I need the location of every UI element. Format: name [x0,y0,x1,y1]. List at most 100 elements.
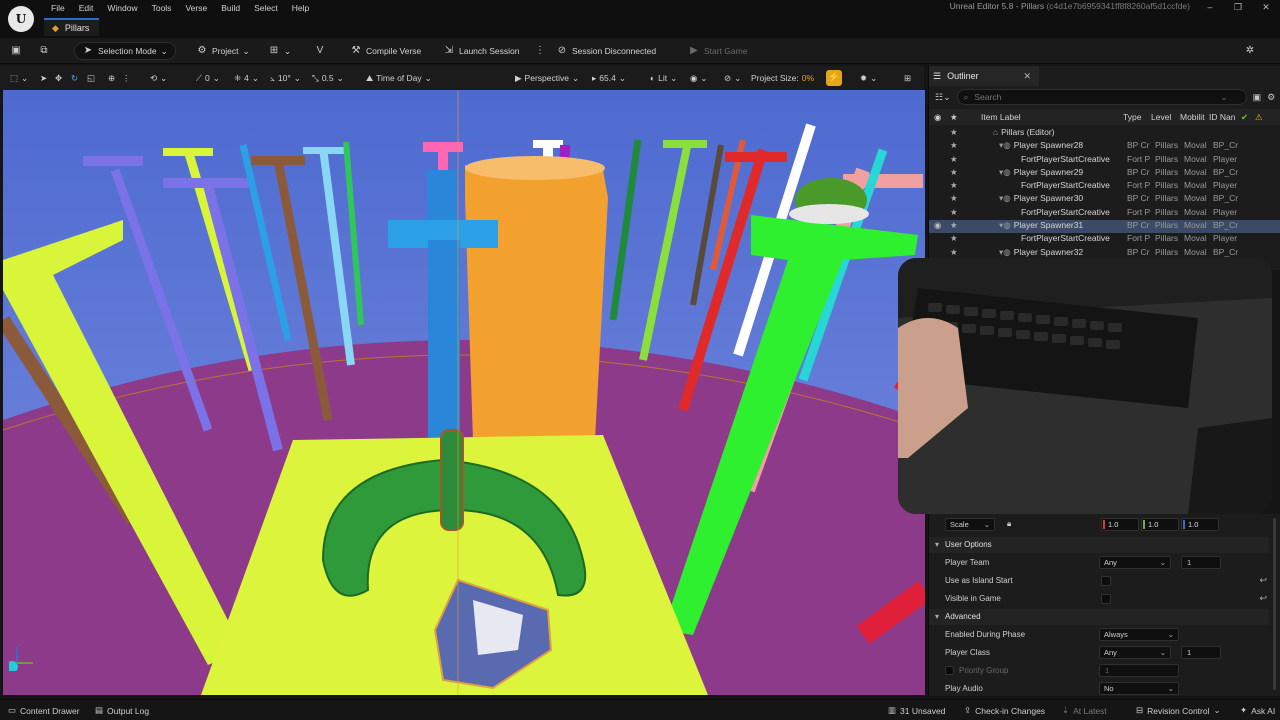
id-name-header[interactable]: ID Nan [1209,112,1235,122]
pin-star-icon[interactable]: ★ [950,193,958,204]
viewport-settings-dropdown[interactable]: ✹ ⌄ [860,70,877,86]
output-log-button[interactable]: ▤ Output Log [95,704,149,717]
compile-verse-button[interactable]: ⚒ Compile Verse [350,42,422,60]
play-audio-dropdown[interactable]: No ⌄ [1099,682,1179,695]
search-input[interactable] [974,92,1215,102]
settings-cluster-button[interactable]: ✲ [1244,42,1256,60]
verse-button[interactable]: V [314,42,326,60]
realtime-toggle[interactable]: ⚡ [826,70,842,86]
outliner-search[interactable]: ⌕ ⌄ [956,89,1247,105]
scale-x-field[interactable]: 1.0 [1101,518,1139,531]
check-in-button[interactable]: ⇪ Check-in Changes [964,704,1045,717]
visibility-column-icon[interactable]: ◉ [934,112,941,123]
close-icon[interactable]: ✕ [1023,71,1031,82]
session-options-button[interactable]: ⋮ [534,42,546,60]
outliner-row[interactable]: ★ ▾◍ Player Spawner28 BP Cr Pillars Moval BP_C… [929,140,1280,153]
scale-tool[interactable]: ◱ [87,70,95,86]
player-team-dropdown[interactable]: Any ⌄ [1099,556,1171,569]
outliner-row[interactable]: ★ ⌂ Pillars (Editor) [929,127,1280,140]
reset-icon[interactable]: ↩ [1259,593,1267,604]
pin-star-icon[interactable]: ★ [950,154,958,165]
world-local-toggle[interactable]: ⊕ [108,70,115,86]
menu-help[interactable]: Help [285,2,316,16]
minimize-button[interactable]: – [1196,0,1224,14]
pin-column-icon[interactable]: ★ [950,112,958,123]
time-of-day-dropdown[interactable]: ⛰ Time of Day ⌄ [366,70,432,86]
viewport-more-button[interactable]: ⋮ [122,70,131,86]
start-game-button[interactable]: ▶ Start Game [688,42,747,60]
user-options-section[interactable]: ▾ User Options [929,537,1269,553]
outliner-tab[interactable]: ☰ Outliner ✕ [929,66,1039,86]
view-mode-dropdown[interactable]: ◐ Lit ⌄ [650,70,677,86]
pin-star-icon[interactable]: ★ [950,207,958,218]
unreal-logo[interactable]: U [8,6,34,32]
island-start-checkbox[interactable] [1101,576,1111,586]
translate-tool[interactable]: ✥ [55,70,62,86]
content-browser-button[interactable]: ⧉ [38,42,50,60]
show-flags-dropdown[interactable]: ◉ ⌄ [690,70,708,86]
menu-verse[interactable]: Verse [178,2,214,16]
rotation-snap-field[interactable]: ⦣ 10° ⌄ [270,70,301,86]
scale-z-field[interactable]: 1.0 [1181,518,1219,531]
menu-window[interactable]: Window [100,2,144,16]
rotate-tool[interactable]: ↻ [71,70,78,86]
priority-group-field[interactable]: 1 [1099,664,1179,677]
new-folder-icon[interactable]: ▣ [1253,92,1262,103]
add-actor-button[interactable]: ⊞ ⌄ [268,42,291,60]
reset-icon[interactable]: ↩ [1259,575,1267,586]
maximize-button[interactable]: ❐ [1224,0,1252,14]
pin-star-icon[interactable]: ★ [950,140,958,151]
pin-star-icon[interactable]: ★ [950,247,958,258]
revision-control-dropdown[interactable]: ⊟ Revision Control ⌄ [1136,704,1221,717]
pin-star-icon[interactable]: ★ [950,233,958,244]
outliner-row[interactable]: ★ FortPlayerStartCreative Fort P Pillars Mov… [929,180,1280,193]
outliner-row[interactable]: ★ ▾◍ Player Spawner30 BP Cr Pillars Moval BP_C… [929,193,1280,206]
outliner-row[interactable]: ◉ ★ ▾◍ Player Spawner31 BP Cr Pillars Moval BP_… [929,220,1280,234]
menu-build[interactable]: Build [214,2,247,16]
menu-file[interactable]: File [44,2,72,16]
launch-session-button[interactable]: ⇲ Launch Session [443,42,520,60]
save-button[interactable]: ▣ [10,42,22,60]
visibility-eye-icon[interactable]: ◉ [934,220,941,231]
advanced-section[interactable]: ▾ Advanced [929,609,1269,625]
scale-mode-dropdown[interactable]: Scale ⌄ [945,518,995,531]
menu-tools[interactable]: Tools [145,2,179,16]
project-dropdown[interactable]: ⚙ Project ⌄ [196,42,250,60]
outliner-row[interactable]: ★ FortPlayerStartCreative Fort P Pillars Mov… [929,233,1280,246]
level-viewport[interactable] [3,90,925,695]
scale-y-field[interactable]: 1.0 [1141,518,1179,531]
settings-icon[interactable]: ⚙ [1267,92,1275,103]
scale-snap-field[interactable]: ⤡ 0.5 ⌄ [312,70,344,86]
grid-snap-field[interactable]: ⁜ 4 ⌄ [234,70,259,86]
pin-star-icon[interactable]: ★ [950,127,958,138]
details-scrollbar[interactable] [1273,518,1276,690]
type-header[interactable]: Type [1123,112,1141,122]
selection-mode-dropdown[interactable]: ➤ Selection Mode ⌄ [74,42,176,60]
mobility-header[interactable]: Mobilit [1180,112,1205,122]
player-team-number[interactable]: 1 [1181,556,1221,569]
snap-rotation-field[interactable]: ⟋ 0 ⌄ [196,70,220,86]
pin-star-icon[interactable]: ★ [950,220,958,231]
outliner-row[interactable]: ★ FortPlayerStartCreative Fort P Pillars Mov… [929,207,1280,220]
menu-select[interactable]: Select [247,2,285,16]
perspective-dropdown[interactable]: ▶ Perspective ⌄ [515,70,579,86]
unsaved-button[interactable]: ▥ 31 Unsaved [888,704,945,717]
chevron-down-icon[interactable]: ⌄ [1220,92,1227,103]
level-header[interactable]: Level [1151,112,1171,122]
pin-star-icon[interactable]: ★ [950,167,958,178]
pin-star-icon[interactable]: ★ [950,180,958,191]
surface-snap-toggle[interactable]: ⟲ ⌄ [150,70,167,86]
ask-ai-button[interactable]: ✦ Ask AI [1240,704,1275,717]
filter-icon[interactable]: ☷⌄ [935,92,951,103]
item-label-header[interactable]: Item Label [981,112,1021,122]
player-class-number[interactable]: 1 [1181,646,1221,659]
enabled-phase-dropdown[interactable]: Always ⌄ [1099,628,1179,641]
at-latest-status[interactable]: ⇣ At Latest [1062,704,1107,717]
menu-edit[interactable]: Edit [72,2,101,16]
lock-icon[interactable]: 🔒︎ [1007,519,1011,529]
level-tab[interactable]: ◆ Pillars [44,18,100,36]
priority-group-checkbox[interactable] [945,666,954,675]
player-class-dropdown[interactable]: Any ⌄ [1099,646,1171,659]
performance-dropdown[interactable]: ⊘ ⌄ [724,70,741,86]
select-tool[interactable]: ➤ [40,70,47,86]
